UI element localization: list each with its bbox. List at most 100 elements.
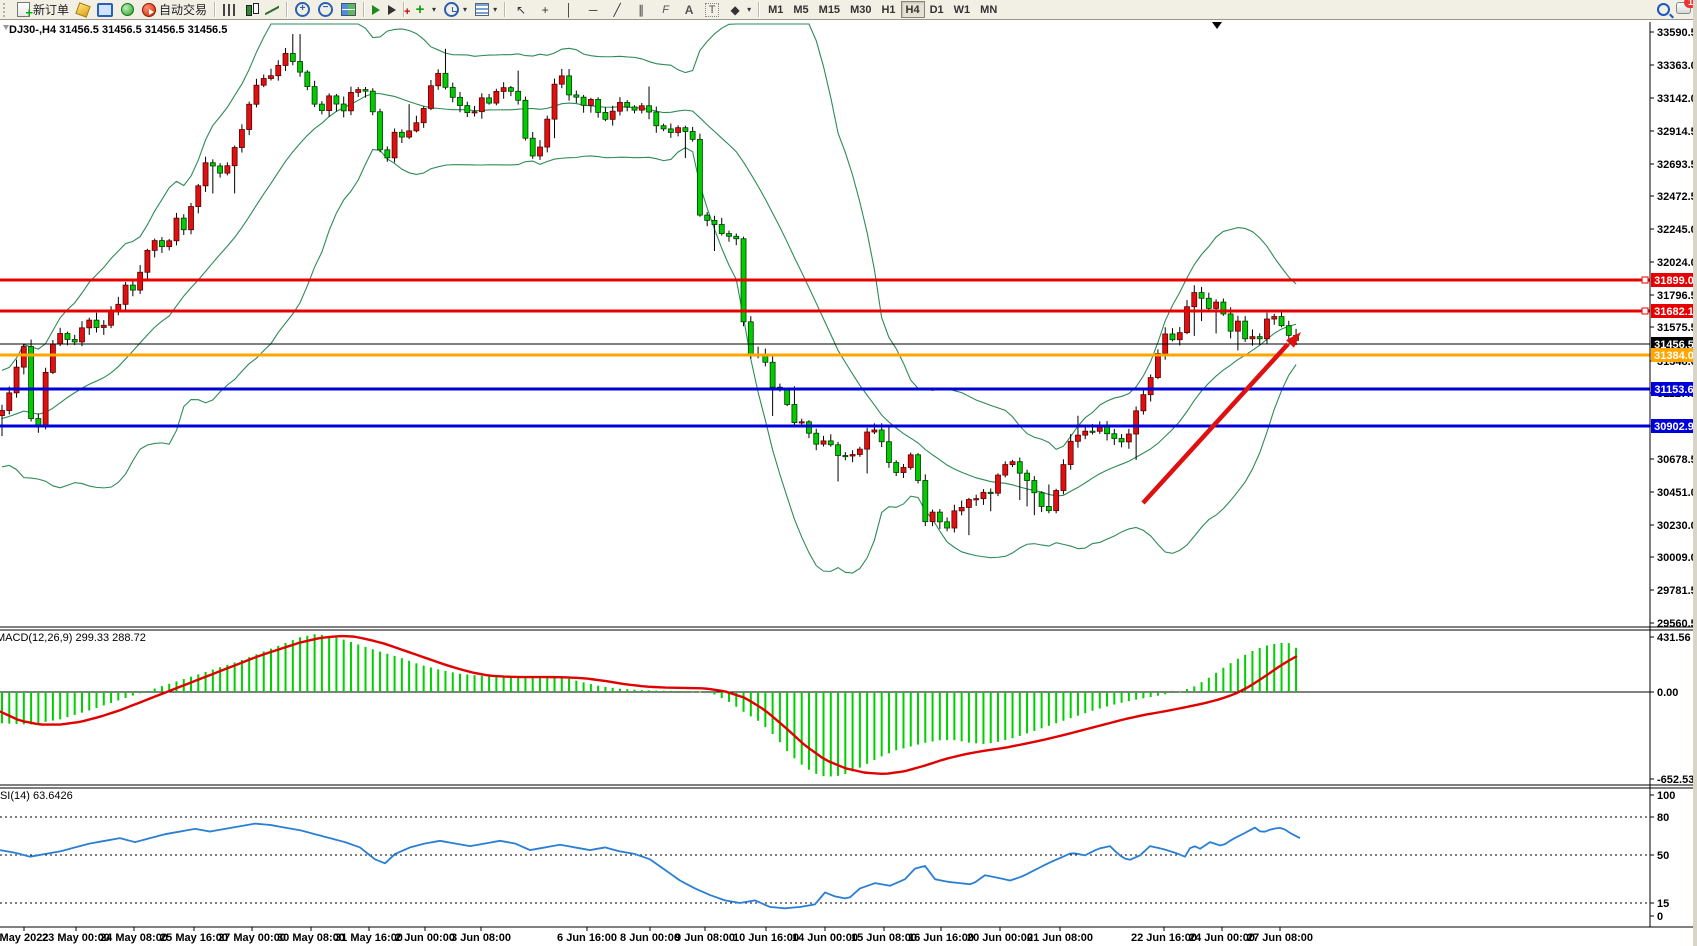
toolbar-right: 1 <box>1657 2 1697 17</box>
zoom-in-icon <box>295 2 310 17</box>
signals-button[interactable] <box>117 1 138 18</box>
price-axis: 33590.533363.033142.032914.532693.532472… <box>1650 27 1697 923</box>
trendline-tool-button[interactable]: ╱ <box>605 1 629 18</box>
svg-text:10 Jun 16:00: 10 Jun 16:00 <box>733 932 799 944</box>
chart-canvas[interactable]: 33590.533363.033142.032914.532693.532472… <box>0 20 1697 946</box>
search-icon[interactable] <box>1657 3 1670 16</box>
chart-region[interactable]: 33590.533363.033142.032914.532693.532472… <box>0 20 1697 946</box>
svg-text:0: 0 <box>1657 911 1663 923</box>
crosshair-tool-icon: + <box>537 2 553 18</box>
timeframe-m30-button[interactable]: M30 <box>845 1 876 18</box>
bar-chart-button[interactable] <box>219 1 240 18</box>
timeframe-h1-button[interactable]: H1 <box>876 1 900 18</box>
horizontal-lines[interactable] <box>0 277 1650 426</box>
indicators-icon <box>412 2 428 18</box>
svg-text:32914.5: 32914.5 <box>1657 126 1697 138</box>
chart-title: DJ30-,H4 31456.5 31456.5 31456.5 31456.5 <box>9 24 227 36</box>
terminal-button[interactable] <box>93 1 117 18</box>
signals-icon <box>121 3 134 16</box>
cursor-tool-button[interactable]: ↖ <box>509 1 533 18</box>
timeframe-w1-button[interactable]: W1 <box>949 1 976 18</box>
svg-text:3 Jun 08:00: 3 Jun 08:00 <box>451 932 511 944</box>
svg-text:9 Jun 08:00: 9 Jun 08:00 <box>675 932 735 944</box>
timeframe-mn-button[interactable]: MN <box>975 1 1002 18</box>
bar-chart-icon <box>223 4 236 16</box>
svg-text:0.00: 0.00 <box>1657 687 1678 699</box>
svg-text:27 May 00:00: 27 May 00:00 <box>218 932 286 944</box>
toolbar: 新订单 自动交易 ▾ ▾ ▾ ↖ +│─ ╱∥FAT◆▾ M1M5M15M30H1H4D1W1M… <box>0 0 1697 20</box>
rsi-pane <box>0 817 1650 908</box>
terminal-icon <box>97 3 113 17</box>
periods-icon <box>444 2 459 17</box>
svg-text:100: 100 <box>1657 790 1675 802</box>
market-depth-button[interactable] <box>73 1 93 18</box>
svg-text:31153.6: 31153.6 <box>1654 384 1693 396</box>
periods-button[interactable]: ▾ <box>440 1 471 18</box>
chevron-down-icon: ▾ <box>432 5 436 14</box>
auto-scroll-button[interactable] <box>368 1 384 18</box>
rsi-label: RSI(14) 63.6426 <box>0 790 73 802</box>
auto-trading-button[interactable]: 自动交易 <box>138 1 211 18</box>
svg-text:31899.0: 31899.0 <box>1654 275 1694 287</box>
svg-text:33142.0: 33142.0 <box>1657 93 1697 105</box>
chart-shift-marker-icon <box>1212 22 1222 29</box>
svg-text:33590.5: 33590.5 <box>1657 27 1697 39</box>
svg-text:31575.5: 31575.5 <box>1657 322 1697 334</box>
svg-text:27 Jun 08:00: 27 Jun 08:00 <box>1247 932 1313 944</box>
zoom-out-button[interactable] <box>314 1 337 18</box>
svg-text:21 Jun 08:00: 21 Jun 08:00 <box>1027 932 1093 944</box>
vertical-line-tool-button[interactable]: │ <box>557 1 581 18</box>
svg-text:29781.5: 29781.5 <box>1657 585 1697 597</box>
indicators-button[interactable]: ▾ <box>408 1 440 18</box>
line-chart-button[interactable] <box>261 1 283 18</box>
text-tool-button[interactable]: A <box>677 1 701 18</box>
tile-windows-button[interactable] <box>337 1 360 18</box>
auto-scroll-icon <box>372 5 380 15</box>
timeframe-m1-button[interactable]: M1 <box>763 1 788 18</box>
svg-text:30230.0: 30230.0 <box>1657 520 1697 532</box>
svg-text:50: 50 <box>1657 850 1669 862</box>
svg-text:80: 80 <box>1657 812 1669 824</box>
new-order-icon <box>17 2 30 17</box>
arrows-tool-button[interactable]: ◆▾ <box>723 1 755 18</box>
svg-text:31 May 16:00: 31 May 16:00 <box>335 932 403 944</box>
svg-text:24 Jun 00:00: 24 Jun 00:00 <box>1189 932 1255 944</box>
svg-text:31682.1: 31682.1 <box>1654 306 1694 318</box>
trendline-tool-icon: ╱ <box>609 2 625 18</box>
line-chart-icon <box>265 4 279 16</box>
svg-text:30451.0: 30451.0 <box>1657 487 1697 499</box>
horizontal-line-tool-icon: ─ <box>585 2 601 18</box>
cursor-tool-icon: ↖ <box>513 2 529 18</box>
channel-tool-button[interactable]: ∥ <box>629 1 653 18</box>
svg-text:6 Jun 16:00: 6 Jun 16:00 <box>557 932 617 944</box>
timeframe-h4-button[interactable]: H4 <box>901 1 925 18</box>
text-tool-icon: A <box>681 2 697 18</box>
chart-shift-button[interactable] <box>384 1 400 18</box>
svg-text:2 Jun 00:00: 2 Jun 00:00 <box>395 932 455 944</box>
macd-label: MACD(12,26,9) 299.33 288.72 <box>0 632 146 644</box>
timeframe-m15-button[interactable]: M15 <box>814 1 845 18</box>
tile-windows-icon <box>341 3 356 16</box>
trend-arrow[interactable] <box>1143 332 1301 503</box>
svg-text:32245.0: 32245.0 <box>1657 224 1697 236</box>
pane-dividers <box>0 22 1697 927</box>
candle-chart-button[interactable] <box>240 1 261 18</box>
toolbar-buttons: 新订单 自动交易 ▾ ▾ ▾ ↖ +│─ ╱∥FAT◆▾ M1M5M15M30H1H4D1W1M… <box>0 0 1657 19</box>
auto-trading-icon <box>142 3 156 17</box>
timeframe-d1-button[interactable]: D1 <box>925 1 949 18</box>
crosshair-tool-button[interactable]: + <box>533 1 557 18</box>
horizontal-line-tool-button[interactable]: ─ <box>581 1 605 18</box>
templates-button[interactable]: ▾ <box>471 1 501 18</box>
candlestick-series <box>0 34 1299 535</box>
svg-text:31796.5: 31796.5 <box>1657 290 1697 302</box>
fibonacci-tool-button[interactable]: F <box>653 1 677 18</box>
date-axis: May 202223 May 00:0024 May 08:0025 May 1… <box>0 927 1313 944</box>
zoom-in-button[interactable] <box>291 1 314 18</box>
arrows-tool-icon: ◆ <box>727 2 743 18</box>
messages-button[interactable]: 1 <box>1676 2 1691 17</box>
fibonacci-tool-icon: F <box>657 2 673 18</box>
chevron-down-icon: ▾ <box>463 5 467 14</box>
timeframe-m5-button[interactable]: M5 <box>788 1 813 18</box>
label-tool-button[interactable]: T <box>701 1 723 18</box>
new-order-button[interactable]: 新订单 <box>13 1 73 18</box>
